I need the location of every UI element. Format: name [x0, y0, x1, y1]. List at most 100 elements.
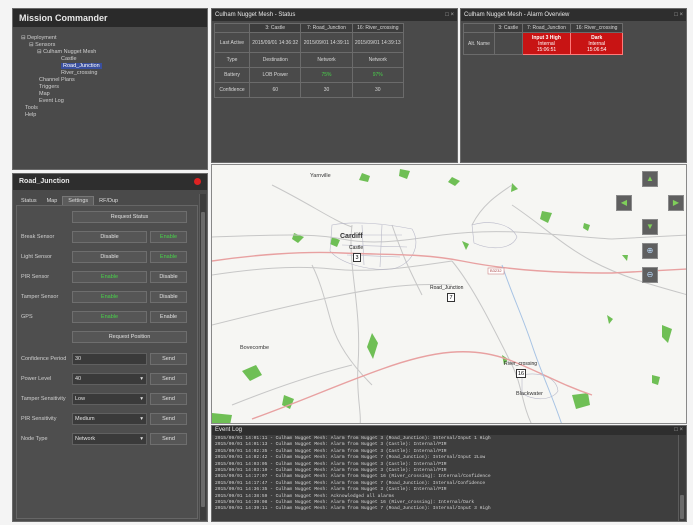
tree-item-deployment[interactable]: ⊟ Deployment [21, 35, 201, 42]
tree-label: Help [25, 112, 37, 118]
tamper-sensitivity-select[interactable]: Low ▾ [72, 393, 147, 405]
tamper-sensor-enable-button[interactable]: Enable [72, 291, 147, 303]
alarm-cell[interactable]: Input 3 High Internal 15:06:51 [521, 32, 572, 55]
row-header: Type [214, 52, 250, 68]
column-header: 16: River_crossing [351, 23, 405, 33]
node-label: Road_Junction [430, 285, 464, 291]
alarm-table: 3: Castle 7: Road_Junction 16: River_cro… [463, 23, 623, 55]
node-label: River_crossing [504, 361, 538, 367]
tree-item-channel-plans[interactable]: Channel Plans [21, 77, 201, 84]
scrollbar-thumb[interactable] [680, 495, 684, 519]
table-cell: 30 [300, 82, 353, 98]
confidence-period-input[interactable]: 30 [72, 353, 147, 365]
tree-item-river-crossing[interactable]: River_crossing [21, 70, 201, 77]
light-sensor-disable-button[interactable]: Disable [72, 251, 147, 263]
power-level-select[interactable]: 40 ▾ [72, 373, 147, 385]
node-type-select[interactable]: Network ▾ [72, 433, 147, 445]
setting-label: PIR Sensitivity [21, 416, 57, 422]
alarm-time: 15:06:51 [536, 46, 557, 53]
chevron-down-icon: ▾ [140, 436, 143, 442]
pan-up-icon[interactable]: ▲ [642, 171, 658, 187]
tree-item-mesh[interactable]: ⊟ Culham Nugget Mesh [21, 49, 201, 56]
sensor-node-river-crossing[interactable]: 16 [516, 369, 526, 378]
main-roads [212, 251, 686, 420]
column-header: 7: Road_Junction [521, 23, 572, 33]
node-title: Road_Junction [19, 178, 70, 185]
tree-label: Channel Plans [39, 77, 75, 83]
pir-sensitivity-select[interactable]: Medium ▾ [72, 413, 147, 425]
send-button[interactable]: Send [150, 373, 187, 385]
log-scrollbar[interactable] [678, 435, 685, 521]
table-cell: 97% [351, 67, 405, 83]
row-header: Alt. Name [463, 32, 495, 55]
tree-item-triggers[interactable]: Triggers [21, 84, 201, 91]
status-panel: Culham Nugget Mesh - Status □ × 3: Castle… [211, 8, 458, 163]
pir-sensor-enable-button[interactable]: Enable [72, 271, 147, 283]
send-button[interactable]: Send [150, 353, 187, 365]
setting-label: Power Level [21, 376, 52, 382]
tree-item-castle[interactable]: Castle [21, 56, 201, 63]
break-sensor-disable-button[interactable]: Disable [72, 231, 147, 243]
select-value: Medium [75, 416, 95, 422]
zoom-out-icon[interactable]: ⊖ [642, 267, 658, 283]
tree-item-tools[interactable]: Tools [21, 105, 201, 112]
send-button[interactable]: Send [150, 433, 187, 445]
panel-controls-icon[interactable]: □ × [674, 426, 683, 435]
pan-down-icon[interactable]: ▼ [642, 219, 658, 235]
navigation-tree: ⊟ Deployment ⊟ Sensors ⊟ Culham Nugget M… [21, 35, 201, 119]
status-panel-title-text: Culham Nugget Mesh - Status [215, 12, 296, 18]
tree-item-help[interactable]: Help [21, 112, 201, 119]
send-button[interactable]: Send [150, 413, 187, 425]
vertical-scrollbar[interactable] [199, 194, 206, 520]
tree-item-sensors[interactable]: ⊟ Sensors [21, 42, 201, 49]
alarm-cell[interactable]: Dark Internal 15:06:54 [570, 32, 623, 55]
table-corner [214, 23, 250, 33]
break-sensor-enable-button[interactable]: Enable [150, 231, 187, 243]
sensor-node-castle[interactable]: 3 [353, 253, 361, 262]
panel-controls-icon[interactable]: □ × [674, 9, 683, 21]
zoom-in-icon[interactable]: ⊕ [642, 243, 658, 259]
tree-item-road-junction[interactable]: Road_Junction [21, 63, 201, 70]
map-view[interactable]: B3232 Yarnville Cardiff Bovecombe Blackw… [211, 164, 687, 424]
sensor-label: Tamper Sensor [21, 294, 59, 300]
send-button[interactable]: Send [150, 393, 187, 405]
panel-controls-icon[interactable]: □ × [445, 9, 454, 21]
column-header: 3: Castle [494, 23, 523, 33]
tree-item-event-log[interactable]: Event Log [21, 98, 201, 105]
light-sensor-enable-button[interactable]: Enable [150, 251, 187, 263]
request-position-button[interactable]: Request Position [72, 331, 187, 343]
mission-commander-panel: Mission Commander ⊟ Deployment ⊟ Sensors… [12, 8, 208, 170]
gps-enable-button[interactable]: Enable [72, 311, 147, 323]
node-control-titlebar: Road_Junction [13, 174, 207, 190]
minor-roads [212, 184, 686, 423]
scrollbar-thumb[interactable] [201, 212, 205, 507]
alarm-panel-title-text: Culham Nugget Mesh - Alarm Overview [464, 12, 570, 18]
river [501, 264, 562, 423]
gps-enable-alt-button[interactable]: Enable [150, 311, 187, 323]
table-cell: Network [300, 52, 353, 68]
close-icon[interactable] [194, 178, 201, 185]
alarm-overview-panel: Culham Nugget Mesh - Alarm Overview □ × 3… [460, 8, 687, 163]
row-header: Battery [214, 67, 250, 83]
setting-label: Tamper Sensitivity [21, 396, 66, 402]
tree-label: Deployment [27, 35, 57, 41]
tree-item-map[interactable]: Map [21, 91, 201, 98]
sensor-node-road-junction[interactable]: 7 [447, 293, 455, 302]
town-label: Blackwater [516, 391, 543, 397]
event-log-title-text: Event Log [215, 427, 243, 433]
table-corner [463, 23, 495, 33]
row-header: Last Active [214, 32, 250, 53]
pan-left-icon[interactable]: ◀ [616, 195, 632, 211]
request-status-button[interactable]: Request Status [72, 211, 187, 223]
event-log-list: 2015/09/01 14:01:11 - Culham Nugget Mesh… [215, 436, 675, 513]
tree-label: Triggers [39, 84, 59, 90]
alarm-panel-title: Culham Nugget Mesh - Alarm Overview □ × [461, 9, 686, 21]
tree-label: Road_Junction [61, 63, 102, 69]
tamper-sensor-disable-button[interactable]: Disable [150, 291, 187, 303]
pir-sensor-disable-button[interactable]: Disable [150, 271, 187, 283]
table-cell: Network [351, 52, 405, 68]
table-cell: 2015/09/01 14:36:32 [248, 32, 302, 53]
status-panel-title: Culham Nugget Mesh - Status □ × [212, 9, 457, 21]
tree-label: River_crossing [61, 70, 98, 76]
pan-right-icon[interactable]: ▶ [668, 195, 684, 211]
